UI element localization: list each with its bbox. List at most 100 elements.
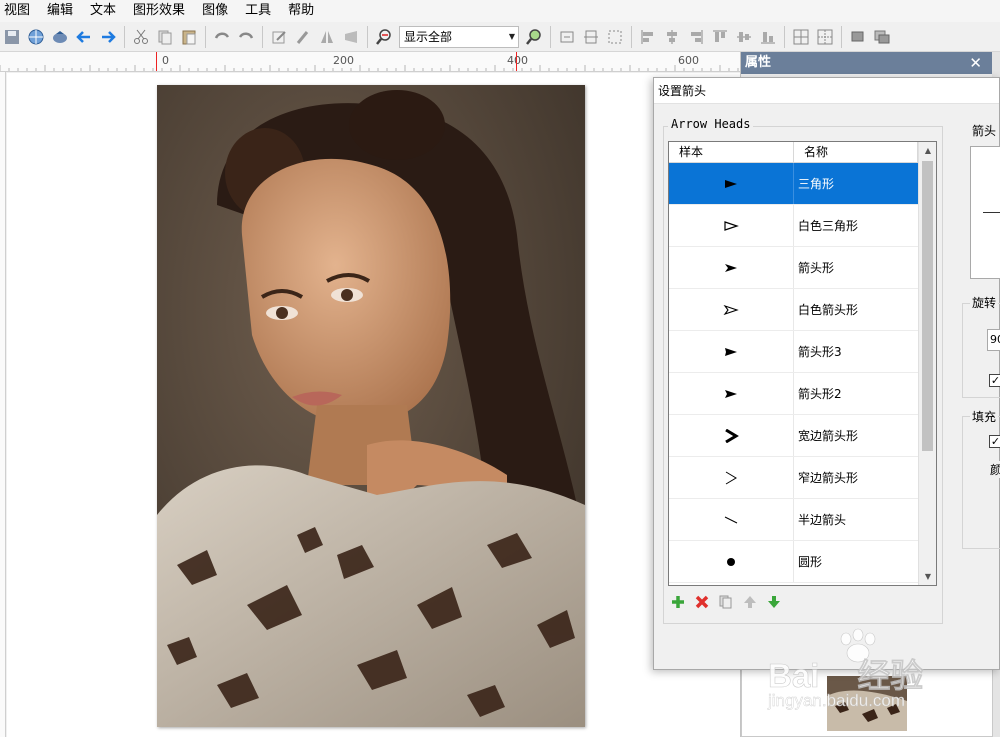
move-up-icon[interactable]: [741, 593, 759, 611]
align-center-icon[interactable]: [661, 26, 683, 48]
chevron-down-icon[interactable]: ▼: [919, 568, 936, 585]
back-arrow-icon[interactable]: [73, 26, 95, 48]
export-icon[interactable]: [49, 26, 71, 48]
menu-edit[interactable]: 编辑: [42, 0, 85, 22]
cut-icon[interactable]: [130, 26, 152, 48]
group-icon[interactable]: [790, 26, 812, 48]
fill-checkbox[interactable]: ✓: [989, 435, 1000, 448]
menu-view[interactable]: 视图: [0, 0, 42, 22]
list-row[interactable]: 宽边箭头形: [669, 415, 918, 457]
preview-group-label: 箭头: [970, 122, 999, 139]
toolbar: 显示全部 ▼: [0, 22, 1000, 52]
list-tools: [669, 593, 783, 611]
list-scrollbar[interactable]: ▲ ▼: [918, 142, 936, 585]
arrow-heads-list[interactable]: 样本 名称 三角形 白色三角形 箭头形 白色箭头形 箭头形3 箭头形2 宽边箭头…: [668, 141, 937, 586]
align-middle-icon[interactable]: [733, 26, 755, 48]
arrow-head-2-icon: [669, 373, 794, 414]
redo-icon[interactable]: [235, 26, 257, 48]
list-rows: 三角形 白色三角形 箭头形 白色箭头形 箭头形3 箭头形2 宽边箭头形 窄边箭头…: [669, 163, 918, 583]
horizontal-ruler[interactable]: 0 200 400 600: [0, 52, 740, 72]
row-name: 白色箭头形: [798, 303, 859, 317]
navigator-preview[interactable]: [741, 667, 993, 737]
brush-icon[interactable]: [292, 26, 314, 48]
forward-arrow-icon[interactable]: [97, 26, 119, 48]
list-row[interactable]: 三角形: [669, 163, 918, 205]
delete-icon[interactable]: [693, 593, 711, 611]
portrait-photo[interactable]: [157, 85, 585, 727]
list-row[interactable]: 箭头形2: [669, 373, 918, 415]
row-name: 白色三角形: [798, 219, 859, 233]
menu-image[interactable]: 图像: [197, 0, 240, 22]
wide-arrow-head-icon: [669, 415, 794, 456]
zoom-out-icon[interactable]: [373, 26, 395, 48]
ungroup-icon[interactable]: [814, 26, 836, 48]
flip-icon[interactable]: [316, 26, 338, 48]
zoom-in-icon[interactable]: [523, 26, 545, 48]
fit-selection-icon[interactable]: [604, 26, 626, 48]
list-row[interactable]: 箭头形3: [669, 331, 918, 373]
ruler-origin-marker: [156, 52, 157, 71]
ruler-cursor-marker: [516, 52, 517, 71]
arrow-head-3-icon: [669, 331, 794, 372]
column-header-name[interactable]: 名称: [794, 142, 918, 163]
row-name: 半边箭头: [798, 513, 847, 527]
copy-icon[interactable]: [154, 26, 176, 48]
list-row[interactable]: 圆形: [669, 541, 918, 583]
edit-icon[interactable]: [268, 26, 290, 48]
undo-icon[interactable]: [211, 26, 233, 48]
list-row[interactable]: 箭头形: [669, 247, 918, 289]
toolbar-separator: [205, 25, 206, 48]
close-icon[interactable]: ✕: [969, 52, 982, 74]
menu-text[interactable]: 文本: [85, 0, 128, 22]
list-row[interactable]: 半边箭头: [669, 499, 918, 541]
send-back-icon[interactable]: [871, 26, 893, 48]
chevron-up-icon[interactable]: ▲: [919, 142, 936, 159]
duplicate-icon[interactable]: [717, 593, 735, 611]
menu-help[interactable]: 帮助: [283, 0, 326, 22]
row-name: 箭头形2: [798, 387, 842, 401]
row-name: 宽边箭头形: [798, 429, 859, 443]
half-arrow-head-icon: [669, 499, 794, 540]
zoom-select-value: 显示全部: [404, 30, 453, 44]
row-name: 圆形: [798, 555, 823, 569]
ruler-ticks: [0, 65, 739, 71]
align-bottom-icon[interactable]: [757, 26, 779, 48]
rotate-input[interactable]: 90: [987, 329, 1000, 351]
row-name: 窄边箭头形: [798, 471, 859, 485]
move-down-icon[interactable]: [765, 593, 783, 611]
rotate-checkbox[interactable]: ✓: [989, 374, 1000, 387]
menu-tools[interactable]: 工具: [240, 0, 283, 22]
globe-icon[interactable]: [25, 26, 47, 48]
skew-icon[interactable]: [340, 26, 362, 48]
fit-page-icon[interactable]: [556, 26, 578, 48]
circle-arrow-head-icon: [669, 541, 794, 582]
toolbar-separator: [550, 25, 551, 48]
dialog-title: 设置箭头: [654, 78, 999, 104]
align-left-icon[interactable]: [637, 26, 659, 48]
list-row[interactable]: 白色箭头形: [669, 289, 918, 331]
toolbar-separator: [631, 25, 632, 48]
add-icon[interactable]: [669, 593, 687, 611]
vertical-ruler[interactable]: [0, 72, 6, 737]
list-row[interactable]: 白色三角形: [669, 205, 918, 247]
canvas-area[interactable]: [7, 73, 740, 737]
fit-width-icon[interactable]: [580, 26, 602, 48]
list-row[interactable]: 窄边箭头形: [669, 457, 918, 499]
white-arrow-head-icon: [669, 289, 794, 330]
navigator-thumbnail: [827, 676, 907, 731]
rotate-group-label: 旋转: [970, 294, 999, 311]
narrow-arrow-head-icon: [669, 457, 794, 498]
menu-graphic-effects[interactable]: 图形效果: [128, 0, 197, 22]
zoom-select[interactable]: 显示全部 ▼: [399, 25, 519, 48]
app-window: 视图 编辑 文本 图形效果 图像 工具 帮助 显示全部 ▼ 0 200 400 …: [0, 0, 1000, 737]
arrow-heads-dialog: 设置箭头 Arrow Heads 样本 名称 三角形 白色三角形 箭头形 白色箭…: [653, 77, 1000, 670]
ruler-label: 400: [507, 54, 528, 67]
properties-panel-title: 属性: [745, 55, 772, 70]
save-icon[interactable]: [1, 26, 23, 48]
align-top-icon[interactable]: [709, 26, 731, 48]
column-header-sample[interactable]: 样本: [669, 142, 794, 163]
bring-front-icon[interactable]: [847, 26, 869, 48]
align-right-icon[interactable]: [685, 26, 707, 48]
paste-icon[interactable]: [178, 26, 200, 48]
scrollbar-thumb[interactable]: [922, 161, 933, 451]
